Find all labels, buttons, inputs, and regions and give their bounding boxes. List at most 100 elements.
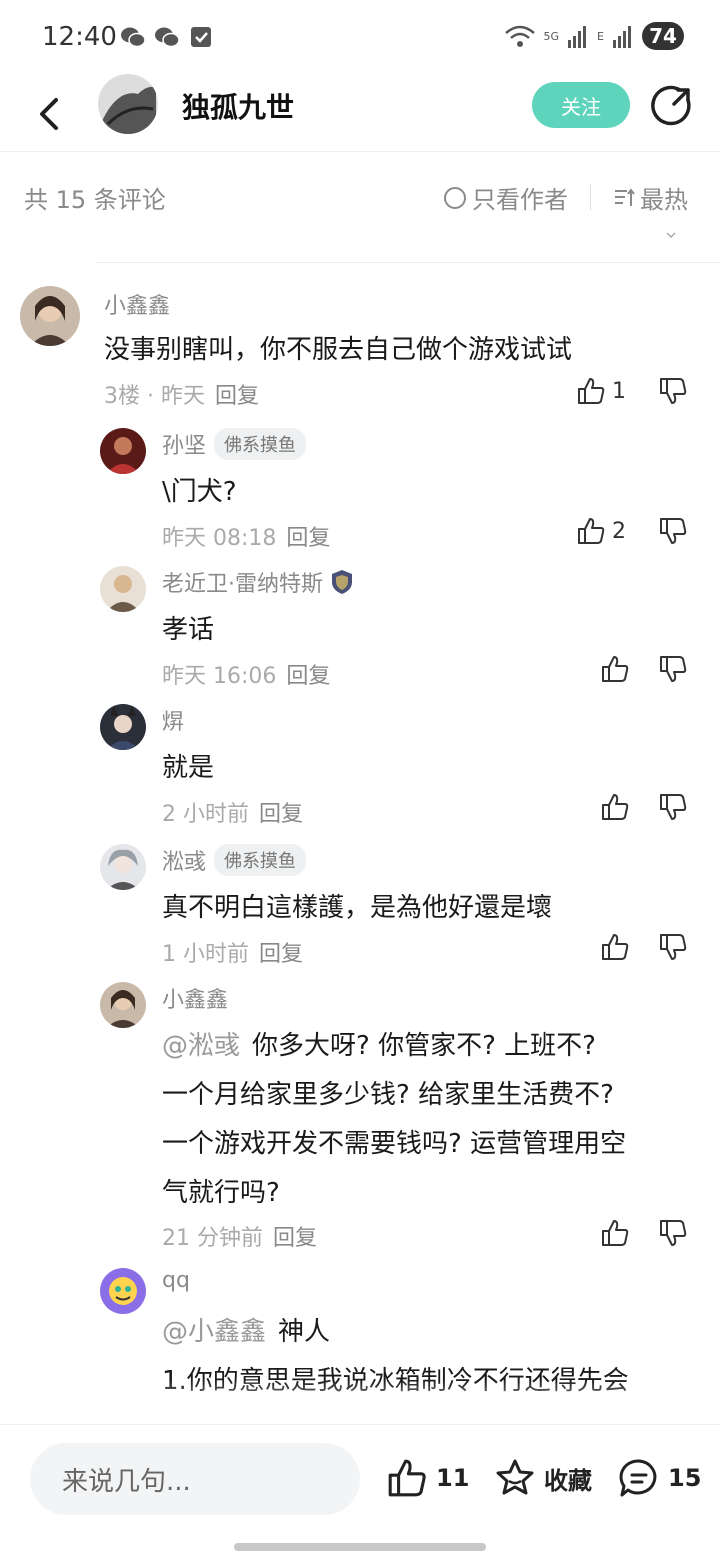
user-badge: 佛系摸鱼 bbox=[214, 844, 307, 876]
avatar[interactable] bbox=[100, 704, 146, 750]
dislike-button[interactable] bbox=[658, 792, 688, 826]
divider bbox=[590, 184, 591, 210]
username[interactable]: qq bbox=[162, 1268, 190, 1293]
network-type-label: 5G bbox=[543, 29, 560, 43]
shield-badge-icon bbox=[332, 570, 352, 594]
comment-meta: 2 小时前 回复 bbox=[162, 802, 304, 827]
username[interactable]: 淞彧 佛系摸鱼 bbox=[162, 844, 307, 876]
chevron-down-icon bbox=[666, 232, 676, 238]
like-button[interactable] bbox=[600, 654, 630, 684]
wechat-icon bbox=[121, 27, 146, 48]
reply-button[interactable]: 回复 bbox=[259, 802, 303, 827]
like-button[interactable] bbox=[600, 932, 630, 962]
author-only-label: 只看作者 bbox=[472, 186, 568, 214]
reply-button[interactable]: 回复 bbox=[286, 526, 330, 551]
favorite-button[interactable]: 收藏 bbox=[494, 1457, 592, 1499]
divider bbox=[96, 262, 720, 263]
username[interactable]: 小鑫鑫 bbox=[104, 288, 170, 320]
sort-icon bbox=[615, 187, 635, 206]
comment-bubble-icon bbox=[619, 1459, 657, 1497]
thumbs-down-icon bbox=[660, 934, 687, 960]
reply-item: 焺 就是 2 小时前 回复 bbox=[0, 704, 720, 834]
comment-item: 小鑫鑫 没事别瞎叫，你不服去自己做个游戏试试 3楼 · 昨天 回复 1 bbox=[0, 286, 720, 416]
reply-button[interactable]: 回复 bbox=[259, 942, 303, 967]
like-button[interactable]: 2 bbox=[576, 516, 626, 546]
reply-item: 孙坚 佛系摸鱼 \门犬? 昨天 08:18 回复 2 bbox=[0, 428, 720, 558]
post-like-button[interactable]: 11 bbox=[386, 1457, 469, 1499]
comments-button[interactable]: 15 bbox=[618, 1457, 701, 1499]
dislike-button[interactable] bbox=[658, 516, 688, 550]
avatar[interactable] bbox=[100, 428, 146, 474]
bottom-action-bar: 来说几句... 11 收藏 15 bbox=[0, 1424, 720, 1560]
comment-meta: 昨天 08:18 回复 bbox=[162, 526, 331, 551]
checkbox-notification-icon bbox=[191, 27, 211, 47]
comment-count: 共 15 条评论 bbox=[24, 186, 166, 214]
dislike-button[interactable] bbox=[658, 1218, 688, 1252]
signal-icon bbox=[613, 26, 631, 48]
post-like-count: 11 bbox=[436, 1464, 470, 1492]
comment-input[interactable]: 来说几句... bbox=[30, 1443, 360, 1515]
like-count: 1 bbox=[612, 378, 626, 404]
wifi-icon bbox=[504, 25, 535, 47]
comment-meta: 21 分钟前 回复 bbox=[162, 1226, 318, 1251]
thumbs-down-icon bbox=[660, 518, 687, 544]
user-badge: 佛系摸鱼 bbox=[214, 428, 307, 460]
like-button[interactable] bbox=[600, 792, 630, 822]
reply-button[interactable]: 回复 bbox=[215, 384, 259, 409]
reply-button[interactable]: 回复 bbox=[286, 664, 330, 689]
thumbs-up-icon bbox=[602, 1220, 629, 1246]
like-count: 2 bbox=[612, 518, 626, 544]
like-button[interactable]: 1 bbox=[576, 376, 626, 406]
thumbs-down-icon bbox=[660, 794, 687, 820]
comment-filter-bar: 共 15 条评论 只看作者 最热 bbox=[0, 152, 720, 240]
mention-link[interactable]: @小鑫鑫 bbox=[162, 1317, 266, 1347]
username[interactable]: 小鑫鑫 bbox=[162, 982, 228, 1014]
username[interactable]: 老近卫·雷纳特斯 bbox=[162, 566, 353, 598]
comment-meta: 3楼 · 昨天 回复 bbox=[104, 384, 259, 409]
comment-meta: 昨天 16:06 回复 bbox=[162, 664, 331, 689]
avatar[interactable] bbox=[20, 286, 80, 346]
dislike-button[interactable] bbox=[658, 654, 688, 688]
scroll-fade bbox=[0, 1380, 720, 1424]
thumbs-up-icon bbox=[388, 1459, 426, 1497]
favorite-label: 收藏 bbox=[544, 1466, 592, 1495]
comment-text: 就是 bbox=[162, 753, 215, 783]
like-button[interactable] bbox=[600, 1218, 630, 1248]
thumbs-up-icon bbox=[602, 656, 629, 682]
avatar[interactable] bbox=[100, 844, 146, 890]
comment-total: 15 bbox=[668, 1464, 702, 1492]
sort-label: 最热 bbox=[640, 186, 688, 214]
thumbs-down-icon bbox=[660, 378, 687, 404]
follow-button[interactable]: 关注 bbox=[532, 82, 630, 128]
comment-text: 真不明白這樣護，是為他好還是壞 bbox=[162, 893, 553, 923]
sort-selector[interactable]: 最热 bbox=[612, 180, 688, 215]
comment-text: 孝话 bbox=[162, 615, 215, 645]
author-avatar[interactable] bbox=[98, 74, 158, 134]
avatar[interactable] bbox=[100, 982, 146, 1028]
username[interactable]: 孙坚 佛系摸鱼 bbox=[162, 428, 307, 460]
avatar[interactable] bbox=[100, 1268, 146, 1314]
thumbs-up-icon bbox=[578, 518, 605, 544]
back-arrow-icon[interactable] bbox=[32, 84, 68, 144]
thumbs-down-icon bbox=[660, 656, 687, 682]
comment-meta: 1 小时前 回复 bbox=[162, 942, 304, 967]
dislike-button[interactable] bbox=[658, 376, 688, 410]
reply-item: 小鑫鑫 @淞彧 你多大呀? 你管家不? 上班不? 一个月给家里多少钱? 给家里生活… bbox=[0, 982, 720, 1262]
thumbs-up-icon bbox=[602, 794, 629, 820]
reply-item: 淞彧 佛系摸鱼 真不明白這樣護，是為他好還是壞 1 小时前 回复 bbox=[0, 844, 720, 974]
thumbs-up-icon bbox=[578, 378, 605, 404]
avatar[interactable] bbox=[100, 566, 146, 612]
signal-icon bbox=[568, 26, 587, 48]
dislike-button[interactable] bbox=[658, 932, 688, 966]
author-only-toggle[interactable]: 只看作者 bbox=[444, 180, 568, 215]
share-icon[interactable] bbox=[650, 84, 694, 128]
status-time: 12:40 bbox=[42, 22, 117, 52]
comment-text: \门犬? bbox=[162, 477, 237, 507]
wechat-icon bbox=[155, 27, 180, 48]
home-indicator bbox=[234, 1543, 486, 1551]
username[interactable]: 焺 bbox=[162, 704, 184, 736]
network-type-label: E bbox=[597, 29, 604, 43]
reply-button[interactable]: 回复 bbox=[273, 1226, 317, 1251]
mention-link[interactable]: @淞彧 bbox=[162, 1031, 240, 1061]
star-icon bbox=[496, 1459, 534, 1495]
